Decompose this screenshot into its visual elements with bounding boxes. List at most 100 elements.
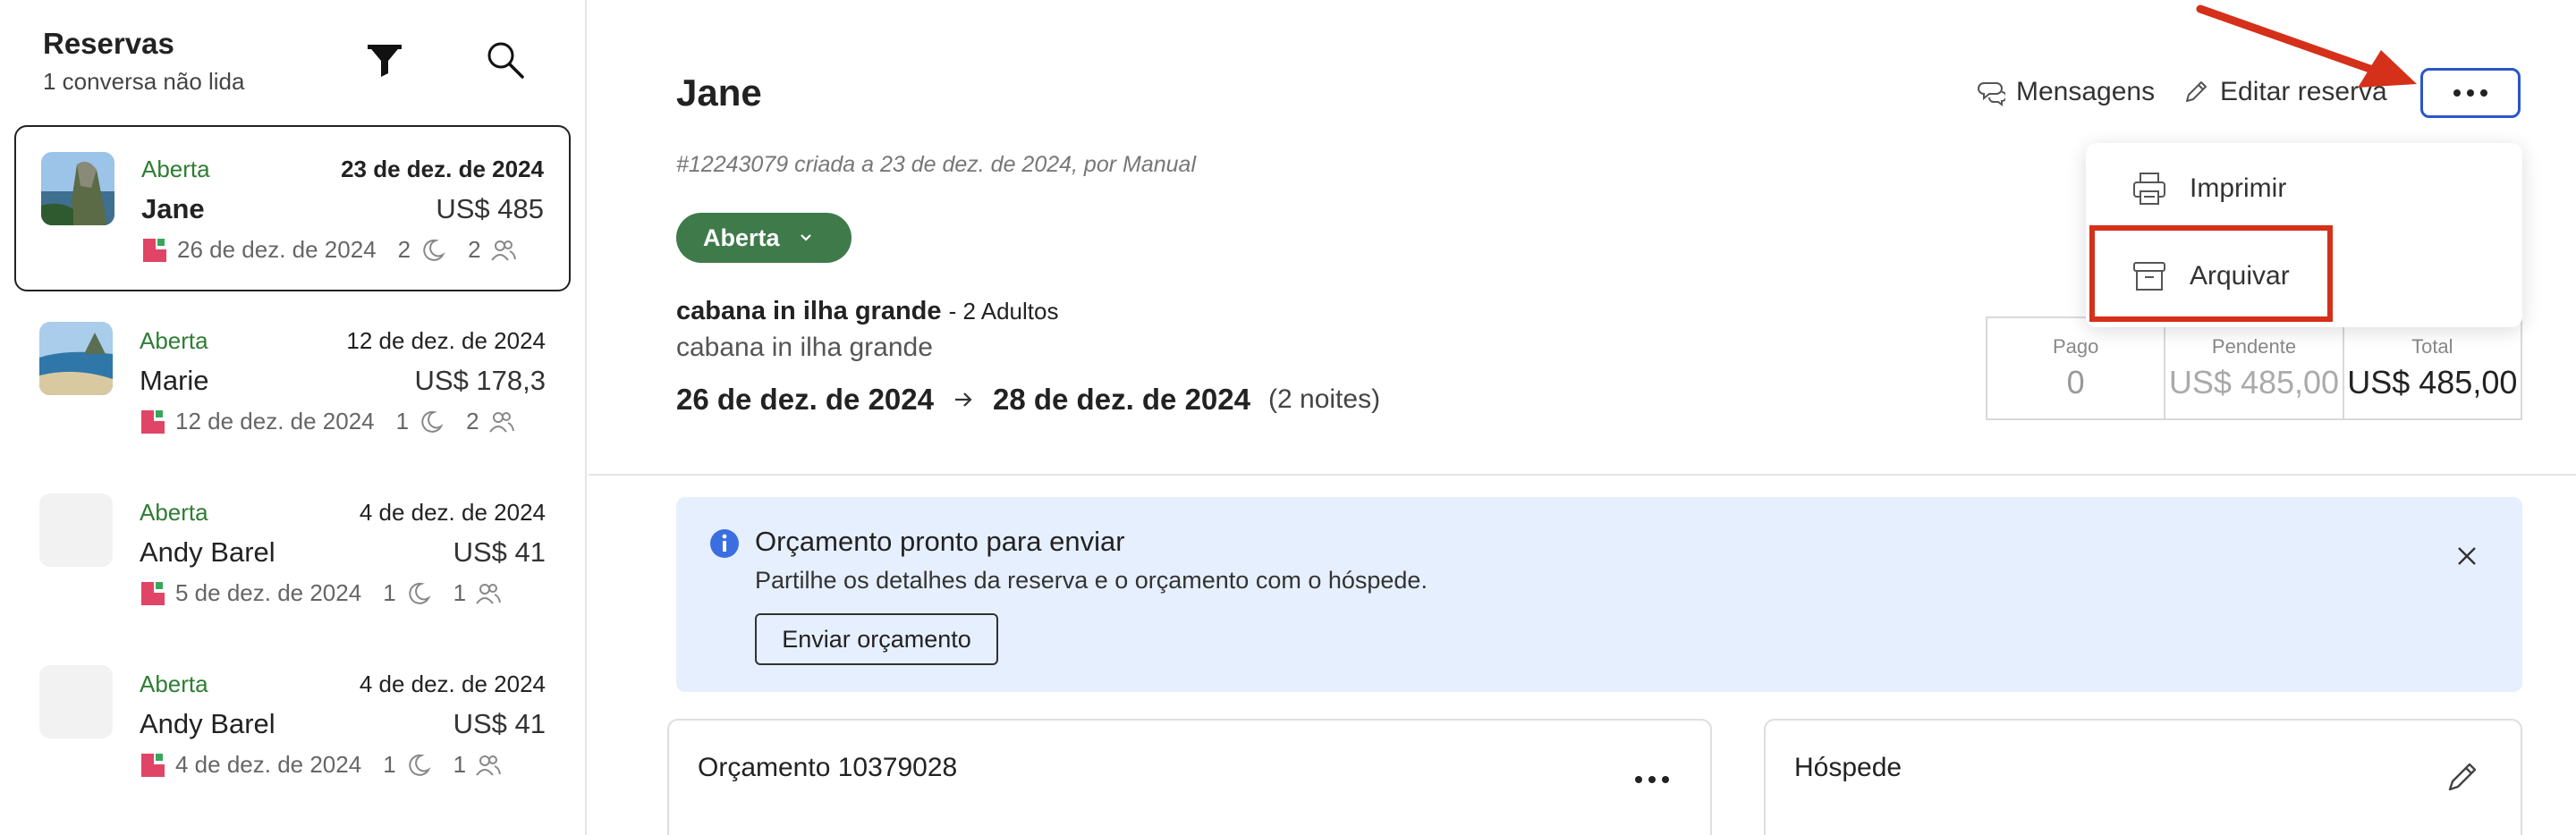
guests-count: 2 [466,408,479,434]
info-icon [708,527,741,560]
close-icon[interactable] [2453,542,2481,570]
quote-ready-banner: Orçamento pronto para enviar Partilhe os… [676,497,2522,692]
pending-label: Pendente [2211,335,2297,358]
print-label: Imprimir [2190,173,2287,203]
reservation-date: 23 de dez. de 2024 [341,156,544,182]
reservation-status: Aberta [140,499,208,526]
checkout-date: 28 de dez. de 2024 [993,383,1250,416]
reservation-price: US$ 41 [453,536,546,568]
reservation-card-marie[interactable]: Aberta 12 de dez. de 2024 Marie US$ 178,… [14,299,571,465]
more-dots-icon [2453,89,2461,97]
moon-icon [419,237,446,264]
reservation-card-andy-barel-2[interactable]: Aberta 4 de dez. de 2024 Andy Barel US$ … [14,642,571,808]
property-subtitle: cabana in ilha grande [676,333,933,362]
quote-title: Orçamento 10379028 [698,753,958,782]
reservation-meta: 12 de dez. de 2024 1 2 [140,408,515,435]
search-icon[interactable] [483,38,528,82]
reservation-status: Aberta [140,671,208,697]
adults-count: - 2 Adultos [948,298,1059,325]
channel-flag-icon [141,237,168,264]
pencil-icon [2182,79,2209,105]
guests-icon [488,409,515,435]
more-dot [1648,776,1656,783]
guests-icon [475,580,502,607]
banner-title: Orçamento pronto para enviar [755,526,1125,557]
reservation-price: US$ 485 [436,193,544,224]
nights-label: (2 noites) [1268,384,1381,414]
stay-dates: 26 de dez. de 2024 28 de dez. de 2024 (2… [676,383,1380,417]
nights-count: 1 [383,579,396,606]
chat-icon [1977,78,2005,106]
checkin-date: 5 de dez. de 2024 [175,579,362,606]
guest-title: Hóspede [1794,753,1902,782]
checkin-date: 26 de dez. de 2024 [676,383,934,416]
quote-panel: Orçamento 10379028 [667,719,1712,835]
property-thumbnail [39,493,113,567]
moon-icon [418,409,445,435]
guests-count: 1 [453,579,467,606]
more-dots-icon [1635,776,1642,783]
menu-item-print[interactable]: Imprimir [2131,170,2286,207]
reservation-meta: 26 de dez. de 2024 2 2 [141,236,517,264]
status-dropdown[interactable]: Aberta [676,213,852,263]
status-label: Aberta [703,224,780,251]
reservation-status: Aberta [140,327,208,354]
messages-label: Mensagens [2016,77,2156,106]
unread-count: 1 conversa não lida [43,68,245,95]
pencil-icon[interactable] [2444,758,2481,796]
total-column: Total US$ 485,00 [2344,318,2521,418]
nights-count: 2 [397,236,411,263]
more-dot [1662,776,1669,783]
quote-options-button[interactable] [1635,776,1669,783]
pending-column: Pendente US$ 485,00 [2165,318,2344,418]
guest-panel: Hóspede [1764,719,2522,835]
property-thumbnail [39,322,113,395]
messages-button[interactable]: Mensagens [1977,77,2155,107]
section-divider [589,474,2576,476]
nights-count: 1 [383,751,396,778]
property-name: cabana in ilha grande [676,297,942,325]
reservation-created-line: #12243079 criada a 23 de dez. de 2024, p… [676,152,1197,177]
channel-flag-icon [140,409,166,435]
reservation-date: 12 de dez. de 2024 [346,327,546,354]
reservation-guest-name: Andy Barel [140,536,275,568]
reservation-meta: 5 de dez. de 2024 1 1 [140,579,502,607]
paid-value: 0 [2066,364,2085,401]
guests-count: 2 [468,236,481,263]
nights-count: 1 [395,408,410,434]
arrow-right-icon [952,388,975,411]
reservation-card-andy-barel[interactable]: Aberta 4 de dez. de 2024 Andy Barel US$ … [14,470,571,637]
moon-icon [405,752,432,779]
guests-count: 1 [453,751,467,778]
reservation-status: Aberta [141,156,210,182]
reservation-price: US$ 178,3 [414,365,547,396]
chevron-down-icon [800,232,812,244]
guests-icon [490,237,517,264]
banner-text: Partilhe os detalhes da reserva e o orça… [755,567,1428,594]
checkin-date: 26 de dez. de 2024 [177,236,377,263]
reservation-card-jane[interactable]: Aberta 23 de dez. de 2024 Jane US$ 485 2… [14,125,571,291]
property-thumbnail [39,665,113,738]
filter-icon[interactable] [362,38,407,82]
more-dot [2467,89,2474,97]
edit-reservation-label: Editar reserva [2220,77,2387,106]
more-dot [2480,89,2487,97]
edit-reservation-button[interactable]: Editar reserva [2182,77,2387,107]
sidebar-title: Reservas [43,27,174,60]
archive-highlight-box [2089,225,2333,322]
reservation-guest-name: Andy Barel [140,708,275,739]
printer-icon [2131,170,2168,207]
reservation-meta: 4 de dez. de 2024 1 1 [140,751,502,779]
checkin-date: 12 de dez. de 2024 [175,408,375,434]
reservation-date: 4 de dez. de 2024 [359,671,546,697]
guests-icon [475,752,502,779]
more-options-button[interactable] [2420,68,2521,118]
checkin-date: 4 de dez. de 2024 [175,751,362,778]
payment-summary: Pago 0 Pendente US$ 485,00 Total US$ 485… [1986,316,2522,420]
property-thumbnail [41,152,114,225]
reservation-guest-name: Jane [141,193,205,224]
send-quote-button[interactable]: Enviar orçamento [755,613,998,665]
reservation-guest-name: Marie [140,365,209,396]
page-title: Jane [676,72,762,114]
channel-flag-icon [140,580,166,607]
